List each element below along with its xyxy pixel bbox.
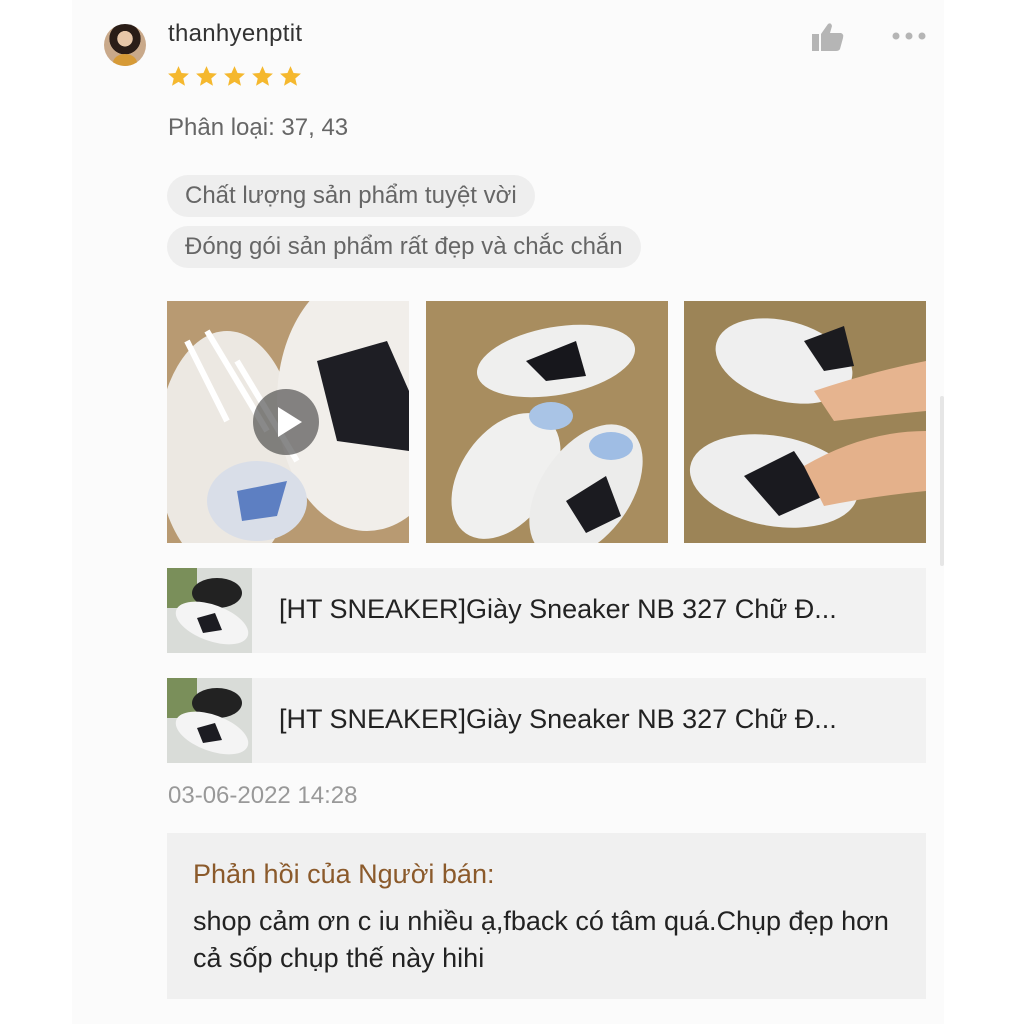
review-video-thumbnail[interactable] (167, 301, 409, 543)
star-icon (166, 64, 191, 89)
rating-stars (166, 64, 303, 89)
more-options-icon[interactable] (890, 26, 928, 46)
product-thumbnail (167, 678, 252, 763)
star-icon (222, 64, 247, 89)
variant-label: Phân loại: 37, 43 (168, 114, 349, 141)
review-timestamp: 03-06-2022 14:28 (168, 782, 358, 809)
review-photo[interactable] (426, 301, 668, 543)
product-title: [HT SNEAKER]Giày Sneaker NB 327 Chữ Đ... (279, 594, 837, 624)
product-link[interactable]: [HT SNEAKER]Giày Sneaker NB 327 Chữ Đ... (167, 678, 926, 763)
play-icon[interactable] (253, 389, 319, 455)
scrollbar[interactable] (940, 396, 944, 566)
thumbs-up-icon[interactable] (810, 20, 846, 54)
product-link[interactable]: [HT SNEAKER]Giày Sneaker NB 327 Chữ Đ... (167, 568, 926, 653)
review-tag: Đóng gói sản phẩm rất đẹp và chắc chắn (167, 226, 641, 268)
product-thumbnail (167, 568, 252, 653)
product-title: [HT SNEAKER]Giày Sneaker NB 327 Chữ Đ... (279, 704, 837, 734)
seller-reply-title: Phản hồi của Người bán: (193, 859, 495, 889)
seller-reply: Phản hồi của Người bán: shop cảm ơn c iu… (167, 833, 926, 999)
reviewer-username: thanhyenptit (168, 20, 303, 47)
avatar[interactable] (104, 24, 146, 66)
review-tag: Chất lượng sản phẩm tuyệt vời (167, 175, 535, 217)
seller-reply-text: shop cảm ơn c iu nhiều ạ,fback có tâm qu… (193, 906, 889, 973)
star-icon (250, 64, 275, 89)
review-photo[interactable] (684, 301, 926, 543)
star-icon (194, 64, 219, 89)
star-icon (278, 64, 303, 89)
